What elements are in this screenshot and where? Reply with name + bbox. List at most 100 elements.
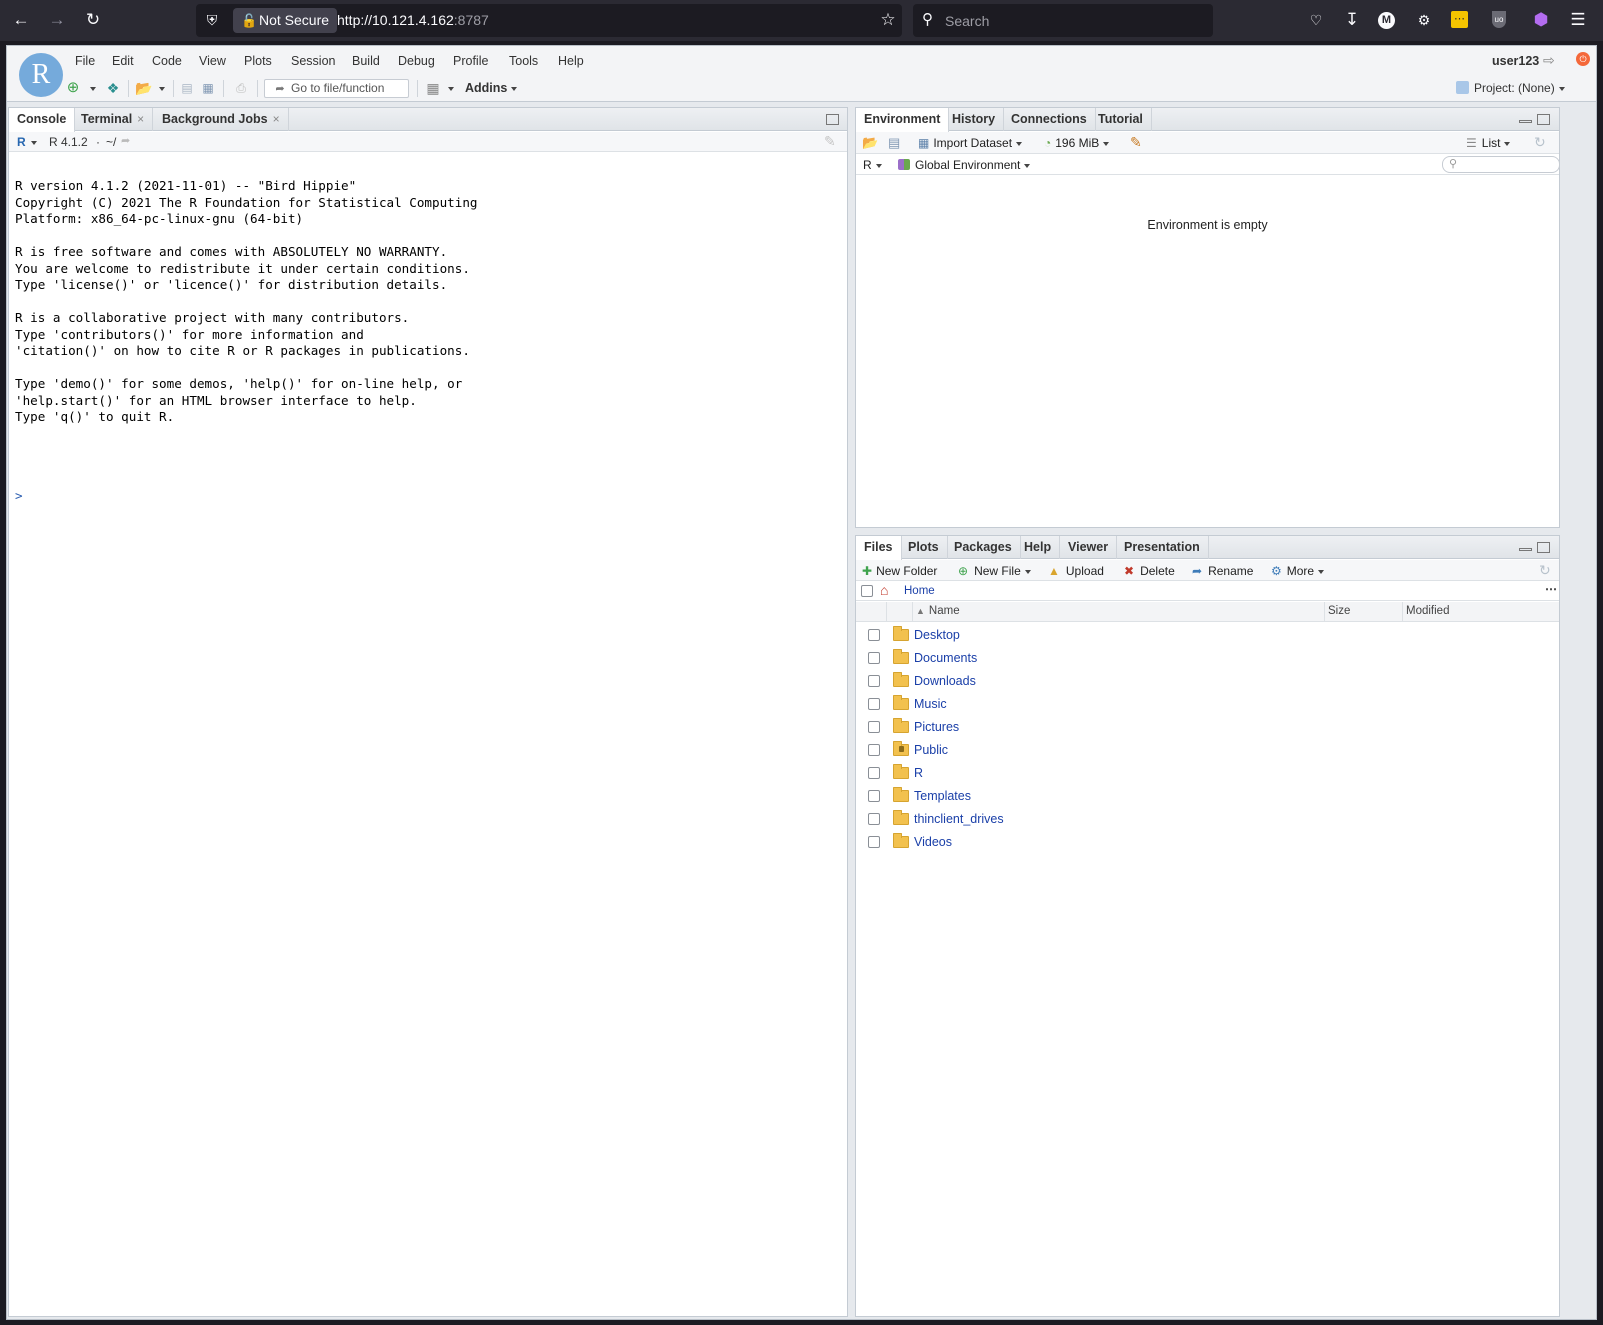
tab-presentation[interactable]: Presentation bbox=[1116, 536, 1209, 559]
open-file-dropdown-icon[interactable] bbox=[152, 80, 168, 96]
row-checkbox[interactable] bbox=[868, 629, 880, 641]
row-checkbox[interactable] bbox=[868, 836, 880, 848]
file-name[interactable]: Music bbox=[914, 697, 947, 711]
open-file-icon[interactable]: 📂 bbox=[135, 80, 152, 96]
url-text[interactable]: http://10.121.4.162:8787 bbox=[337, 12, 489, 28]
extensions-icon[interactable]: ⚙ bbox=[1414, 10, 1434, 30]
scope-menu[interactable]: Global Environment bbox=[898, 158, 1031, 172]
memory-usage-menu[interactable]: ◔ 196 MiB bbox=[1044, 136, 1110, 150]
file-name[interactable]: Documents bbox=[914, 651, 977, 665]
file-name[interactable]: Templates bbox=[914, 789, 971, 803]
file-row[interactable]: Music bbox=[856, 693, 1559, 716]
r-version-dropdown-icon[interactable] bbox=[27, 135, 37, 149]
back-icon[interactable]: ← bbox=[11, 10, 31, 30]
minimize-pane-icon[interactable] bbox=[1519, 548, 1532, 551]
maximize-pane-icon[interactable] bbox=[1537, 542, 1550, 553]
menu-help[interactable]: Help bbox=[558, 54, 584, 68]
row-checkbox[interactable] bbox=[868, 721, 880, 733]
file-row[interactable]: Downloads bbox=[856, 670, 1559, 693]
menu-tools[interactable]: Tools bbox=[509, 54, 538, 68]
shield-icon[interactable]: ⛨ bbox=[202, 10, 222, 30]
load-workspace-icon[interactable]: 📂 bbox=[862, 135, 878, 151]
print-icon[interactable]: ⎙ bbox=[233, 80, 249, 96]
console-prompt[interactable]: > bbox=[15, 488, 23, 503]
row-checkbox[interactable] bbox=[868, 744, 880, 756]
import-dataset-menu[interactable]: ▦ Import Dataset bbox=[918, 136, 1023, 150]
tab-console[interactable]: Console bbox=[9, 108, 76, 132]
save-workspace-icon[interactable]: ▤ bbox=[888, 135, 900, 151]
close-icon[interactable]: × bbox=[273, 112, 280, 126]
hexagon-extension-icon[interactable]: ⬢ bbox=[1531, 10, 1551, 30]
r-logo-icon[interactable]: R bbox=[17, 135, 26, 149]
save-all-icon[interactable]: ▦ bbox=[200, 80, 216, 96]
addins-menu[interactable]: Addins bbox=[465, 81, 518, 95]
tab-packages[interactable]: Packages bbox=[946, 536, 1021, 559]
quit-session-icon[interactable]: ⏻ bbox=[1576, 52, 1590, 66]
menu-plots[interactable]: Plots bbox=[244, 54, 272, 68]
breadcrumb-home[interactable]: Home bbox=[904, 585, 935, 597]
environment-search-input[interactable]: ⚲ bbox=[1442, 156, 1560, 173]
tab-help[interactable]: Help bbox=[1016, 536, 1061, 559]
tab-background-jobs[interactable]: Background Jobs × bbox=[154, 108, 289, 131]
tab-environment[interactable]: Environment bbox=[856, 108, 950, 132]
row-checkbox[interactable] bbox=[868, 675, 880, 687]
more-options-ellipsis-icon[interactable]: ⋯ bbox=[1545, 582, 1557, 596]
go-to-directory-icon[interactable]: ➦ bbox=[121, 134, 130, 147]
tab-connections[interactable]: Connections bbox=[1003, 108, 1096, 131]
language-menu[interactable]: R bbox=[863, 158, 882, 172]
save-icon[interactable]: ▤ bbox=[179, 80, 195, 96]
file-row[interactable]: Pictures bbox=[856, 716, 1559, 739]
not-secure-badge[interactable]: 🔓 Not Secure bbox=[233, 8, 338, 33]
search-bar[interactable]: ⚲ Search bbox=[913, 4, 1213, 37]
more-menu[interactable]: ⚙ More bbox=[1271, 564, 1325, 578]
column-header-name[interactable]: ▲ Name bbox=[916, 605, 960, 617]
menu-session[interactable]: Session bbox=[291, 54, 335, 68]
working-directory[interactable]: ~/ bbox=[106, 135, 116, 149]
project-menu[interactable]: Project: (None) bbox=[1456, 81, 1565, 95]
maximize-pane-icon[interactable] bbox=[826, 114, 839, 125]
file-row[interactable]: Videos bbox=[856, 831, 1559, 854]
notes-extension-icon[interactable]: ⋯ bbox=[1451, 11, 1468, 28]
row-checkbox[interactable] bbox=[868, 698, 880, 710]
column-header-modified[interactable]: Modified bbox=[1406, 605, 1449, 617]
tab-plots[interactable]: Plots bbox=[900, 536, 948, 559]
row-checkbox[interactable] bbox=[868, 767, 880, 779]
new-folder-button[interactable]: ✚ New Folder bbox=[862, 564, 937, 578]
tab-viewer[interactable]: Viewer bbox=[1060, 536, 1118, 559]
reload-icon[interactable]: ↻ bbox=[83, 10, 103, 30]
row-checkbox[interactable] bbox=[868, 790, 880, 802]
downloads-icon[interactable]: ↧ bbox=[1342, 10, 1362, 30]
menu-build[interactable]: Build bbox=[352, 54, 380, 68]
row-checkbox[interactable] bbox=[868, 813, 880, 825]
hamburger-menu-icon[interactable]: ☰ bbox=[1568, 10, 1588, 30]
menu-debug[interactable]: Debug bbox=[398, 54, 435, 68]
home-icon[interactable]: ⌂ bbox=[880, 582, 888, 598]
upload-button[interactable]: ▲ Upload bbox=[1048, 564, 1104, 578]
menu-edit[interactable]: Edit bbox=[112, 54, 134, 68]
menu-file[interactable]: File bbox=[75, 54, 95, 68]
pocket-icon[interactable]: ♡ bbox=[1306, 10, 1326, 30]
file-name[interactable]: Downloads bbox=[914, 674, 976, 688]
tab-history[interactable]: History bbox=[944, 108, 1005, 131]
file-name[interactable]: Pictures bbox=[914, 720, 959, 734]
pane-layout-icon[interactable]: ▦ bbox=[425, 80, 441, 96]
tab-files[interactable]: Files bbox=[856, 536, 902, 560]
minimize-pane-icon[interactable] bbox=[1519, 120, 1532, 123]
new-file-dropdown-icon[interactable] bbox=[83, 80, 99, 96]
menu-profile[interactable]: Profile bbox=[453, 54, 488, 68]
tab-tutorial[interactable]: Tutorial bbox=[1090, 108, 1152, 131]
maximize-pane-icon[interactable] bbox=[1537, 114, 1550, 125]
menu-view[interactable]: View bbox=[199, 54, 226, 68]
close-icon[interactable]: × bbox=[137, 112, 144, 126]
new-file-icon[interactable]: ⊕ bbox=[65, 80, 81, 96]
delete-button[interactable]: ✖ Delete bbox=[1124, 564, 1175, 578]
new-file-button[interactable]: ⊕ New File bbox=[958, 564, 1031, 578]
new-project-icon[interactable]: ❖ bbox=[105, 80, 121, 96]
file-row[interactable]: Desktop bbox=[856, 624, 1559, 647]
tab-terminal[interactable]: Terminal × bbox=[73, 108, 154, 131]
refresh-icon[interactable]: ↻ bbox=[1539, 562, 1551, 579]
file-name[interactable]: Public bbox=[914, 743, 948, 757]
bookmark-star-icon[interactable]: ☆ bbox=[878, 10, 898, 30]
row-checkbox[interactable] bbox=[868, 652, 880, 664]
clear-objects-broom-icon[interactable]: ✎ bbox=[1130, 134, 1142, 151]
